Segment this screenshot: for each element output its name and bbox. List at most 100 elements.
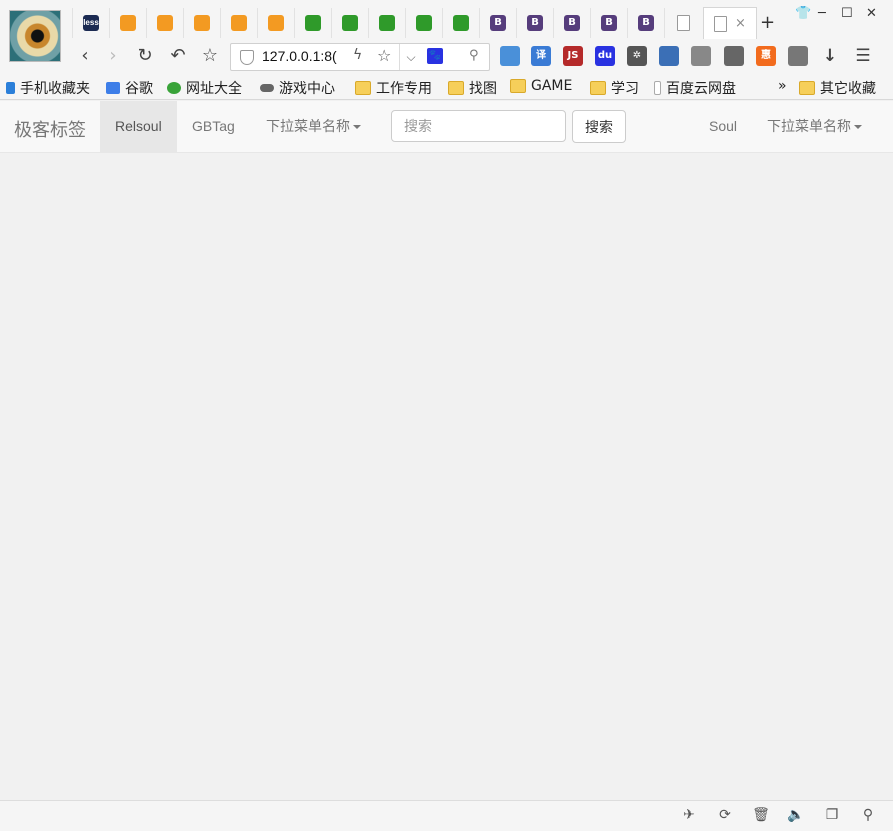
- baidu-paw-icon[interactable]: du: [595, 46, 615, 66]
- green-book-icon: [305, 15, 321, 31]
- browser-tab[interactable]: B: [627, 8, 664, 38]
- bookmark-item[interactable]: 谷歌: [106, 78, 153, 98]
- maximize-icon[interactable]: ☐: [841, 6, 853, 21]
- bookmark-star-icon[interactable]: ☆: [199, 45, 221, 67]
- favorite-star-icon[interactable]: ☆: [377, 46, 391, 65]
- browser-tab[interactable]: [331, 8, 368, 38]
- bookmark-item[interactable]: 游戏中心: [260, 78, 335, 98]
- forward-icon[interactable]: ›: [102, 45, 124, 67]
- bookmark-item[interactable]: 工作专用: [355, 78, 432, 98]
- bookmark-label: 谷歌: [125, 81, 153, 97]
- browser-tab[interactable]: less: [72, 8, 109, 38]
- window-icon[interactable]: ❐: [823, 807, 841, 823]
- search-icon[interactable]: ⚲: [469, 48, 479, 63]
- menu-icon[interactable]: ☰: [853, 46, 873, 66]
- screenshot-icon[interactable]: [659, 46, 679, 66]
- nav-item-gbtag[interactable]: GBTag: [177, 101, 250, 152]
- undo-close-icon[interactable]: ↶: [167, 45, 189, 67]
- bookmarks-bar: 手机收藏夹 谷歌 网址大全 游戏中心 工作专用 找图 GAME 学习 百度云网盘 » 其它收藏: [0, 75, 893, 100]
- browser-tab[interactable]: [146, 8, 183, 38]
- taobao-icon[interactable]: 惠: [756, 46, 776, 66]
- new-tab-button[interactable]: +: [760, 12, 775, 33]
- folder-icon: [448, 81, 464, 95]
- browser-tab[interactable]: B: [516, 8, 553, 38]
- bookmark-item[interactable]: 百度云网盘: [654, 78, 736, 98]
- close-tab-icon[interactable]: ×: [735, 16, 746, 31]
- browser-tab[interactable]: [294, 8, 331, 38]
- browser-tab-active[interactable]: ×: [703, 7, 757, 39]
- translate-icon[interactable]: 译: [531, 46, 551, 66]
- skin-icon[interactable]: 👕: [795, 6, 811, 21]
- orange-face-icon: [231, 15, 247, 31]
- bookmark-label: 学习: [611, 81, 639, 97]
- url-text[interactable]: 127.0.0.1:8(: [262, 48, 337, 64]
- address-bar[interactable]: 127.0.0.1:8( ϟ ☆ ⌵ 🐾 ⚲: [230, 43, 490, 71]
- search-button[interactable]: 搜索: [572, 110, 626, 143]
- green-book-icon: [342, 15, 358, 31]
- trash-icon[interactable]: 🗑: [752, 807, 770, 823]
- bookmark-item[interactable]: GAME: [510, 78, 572, 94]
- orange-face-icon: [157, 15, 173, 31]
- browser-tab[interactable]: B: [590, 8, 627, 38]
- bookmark-label: 游戏中心: [279, 81, 335, 97]
- download-icon[interactable]: ↓: [820, 46, 840, 66]
- nav-item-relsoul[interactable]: Relsoul: [100, 101, 177, 152]
- browser-tab[interactable]: B: [553, 8, 590, 38]
- folder-icon: [799, 81, 815, 95]
- page-content-area: [0, 153, 893, 800]
- bookmark-item[interactable]: 网址大全: [167, 78, 242, 98]
- browser-tab[interactable]: [442, 8, 479, 38]
- cloud-icon[interactable]: [788, 46, 808, 66]
- reload-icon[interactable]: ↻: [134, 45, 156, 67]
- browser-tab[interactable]: [183, 8, 220, 38]
- bookmark-label: 百度云网盘: [666, 81, 736, 97]
- browser-tab[interactable]: B: [479, 8, 516, 38]
- gear-flower-icon[interactable]: ✲: [627, 46, 647, 66]
- browser-tab[interactable]: [405, 8, 442, 38]
- speed-mode-icon[interactable]: ϟ: [353, 47, 362, 63]
- security-shield-icon: [240, 50, 254, 65]
- close-window-icon[interactable]: ✕: [866, 6, 877, 21]
- bookmark-label: 其它收藏: [820, 81, 876, 97]
- js-icon[interactable]: JS: [563, 46, 583, 66]
- navbar-brand[interactable]: 极客标签: [14, 116, 86, 142]
- bootstrap-icon: B: [638, 15, 654, 31]
- pin-icon[interactable]: ✈: [680, 807, 698, 823]
- dropdown-toggle-right[interactable]: 下拉菜单名称: [752, 101, 877, 152]
- dropdown-right-label: 下拉菜单名称: [767, 118, 851, 134]
- browser-tab[interactable]: [109, 8, 146, 38]
- browser-tab[interactable]: [664, 8, 701, 38]
- browser-tab[interactable]: [257, 8, 294, 38]
- folder-icon: [355, 81, 371, 95]
- google-icon: [106, 82, 120, 94]
- bookmarks-overflow-chevron[interactable]: »: [778, 78, 787, 94]
- caret-down-icon: [854, 125, 862, 130]
- nav-item-soul[interactable]: Soul: [694, 101, 752, 152]
- browser-tab[interactable]: [368, 8, 405, 38]
- baidu-search-engine-icon[interactable]: 🐾: [427, 48, 443, 64]
- browser-tab[interactable]: [220, 8, 257, 38]
- document-icon: [714, 15, 728, 32]
- bookmark-item[interactable]: 找图: [448, 78, 497, 98]
- navigation-toolbar: ‹ › ↻ ↶ ☆ 127.0.0.1:8( ϟ ☆ ⌵ 🐾 ⚲ 译 JS du ✲ 惠…: [0, 41, 893, 73]
- globe-icon[interactable]: [691, 46, 711, 66]
- minimize-icon[interactable]: ─: [818, 6, 826, 21]
- green-book-icon: [416, 15, 432, 31]
- bookmark-item[interactable]: 学习: [590, 78, 639, 98]
- windows-tiles-icon[interactable]: [500, 46, 520, 66]
- browser-chrome: less B B B B B × + 👕 ─ ☐ ✕ ‹ › ↻ ↶ ☆ 127.0.0.1…: [0, 0, 893, 100]
- dropdown-toggle-left[interactable]: 下拉菜单名称: [251, 101, 376, 152]
- key-badge-icon[interactable]: [724, 46, 744, 66]
- dropdown-left-label: 下拉菜单名称: [266, 118, 350, 134]
- back-icon[interactable]: ‹: [74, 45, 96, 67]
- url-dropdown-icon[interactable]: ⌵: [399, 44, 422, 70]
- volume-icon[interactable]: 🔈: [787, 807, 805, 823]
- bookmark-item[interactable]: 手机收藏夹: [6, 78, 94, 98]
- search-input[interactable]: [391, 110, 566, 142]
- folder-icon: [590, 81, 606, 95]
- bookmark-other-folder[interactable]: 其它收藏: [799, 78, 876, 98]
- refresh-circle-icon[interactable]: ⟳: [716, 807, 734, 823]
- gamepad-icon: [260, 84, 274, 92]
- bookmark-label: 工作专用: [376, 81, 432, 97]
- zoom-icon[interactable]: ⚲: [859, 807, 877, 823]
